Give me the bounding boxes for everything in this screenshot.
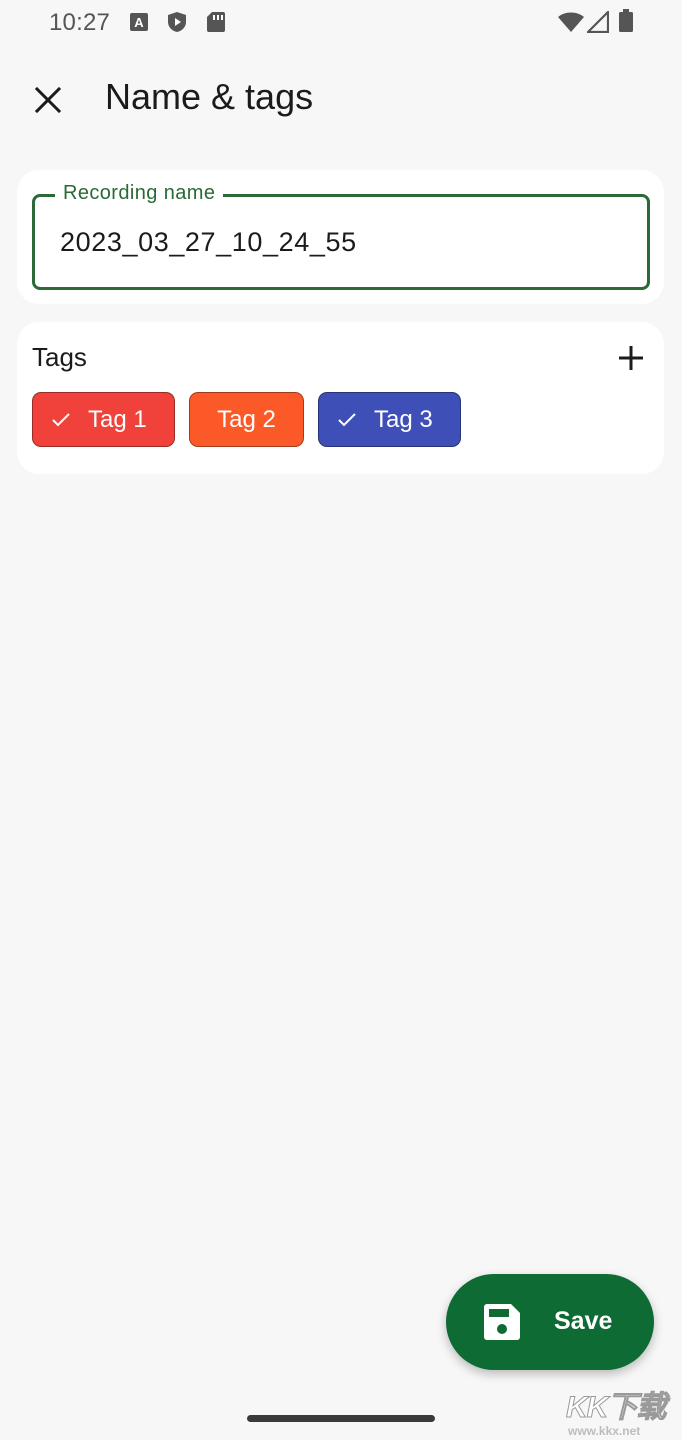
svg-text:A: A: [134, 15, 144, 30]
check-icon: [338, 412, 356, 426]
a-letter-icon: A: [130, 13, 148, 31]
check-icon: [52, 412, 70, 426]
add-tag-button[interactable]: [609, 336, 653, 380]
page-title: Name & tags: [105, 76, 314, 117]
sd-card-icon: [207, 12, 225, 32]
close-icon: [34, 86, 62, 114]
recording-name-input[interactable]: [60, 227, 620, 258]
tag-chip-label: Tag 3: [374, 405, 433, 433]
battery-icon: [619, 9, 633, 32]
tag-chip-2[interactable]: Tag 2: [189, 392, 304, 447]
wifi-icon: [558, 12, 584, 32]
status-bar: 10:27 A: [0, 0, 682, 46]
tag-chip-label: Tag 1: [88, 405, 147, 433]
tag-chips: Tag 1 Tag 2 Tag 3: [32, 392, 461, 447]
save-icon: [484, 1304, 520, 1340]
watermark-logo: KK下载: [565, 1391, 666, 1425]
watermark: KK下载 www.kkx.net: [562, 1382, 680, 1439]
watermark-url: www.kkx.net: [568, 1424, 641, 1438]
cell-signal-icon: [587, 11, 609, 33]
shield-play-icon: [168, 12, 186, 32]
recording-name-label: Recording name: [55, 182, 224, 205]
status-time: 10:27: [49, 9, 111, 36]
close-button[interactable]: [22, 74, 74, 126]
tag-chip-1[interactable]: Tag 1: [32, 392, 175, 447]
save-button[interactable]: Save: [446, 1274, 654, 1370]
tags-card: Tags Tag 1 Tag 2 Tag 3: [17, 322, 664, 474]
gesture-bar[interactable]: [247, 1415, 435, 1422]
screen: 10:27 A Name & tags Recording name 2023_…: [0, 0, 682, 1440]
recording-name-field[interactable]: Recording name: [32, 182, 650, 290]
recording-name-card: Recording name: [17, 170, 664, 304]
tags-title: Tags: [32, 342, 87, 372]
save-label: Save: [554, 1307, 613, 1335]
app-bar: Name & tags: [0, 56, 682, 142]
tag-chip-3[interactable]: Tag 3: [318, 392, 461, 447]
tag-chip-label: Tag 2: [217, 405, 276, 433]
plus-icon: [619, 346, 643, 370]
